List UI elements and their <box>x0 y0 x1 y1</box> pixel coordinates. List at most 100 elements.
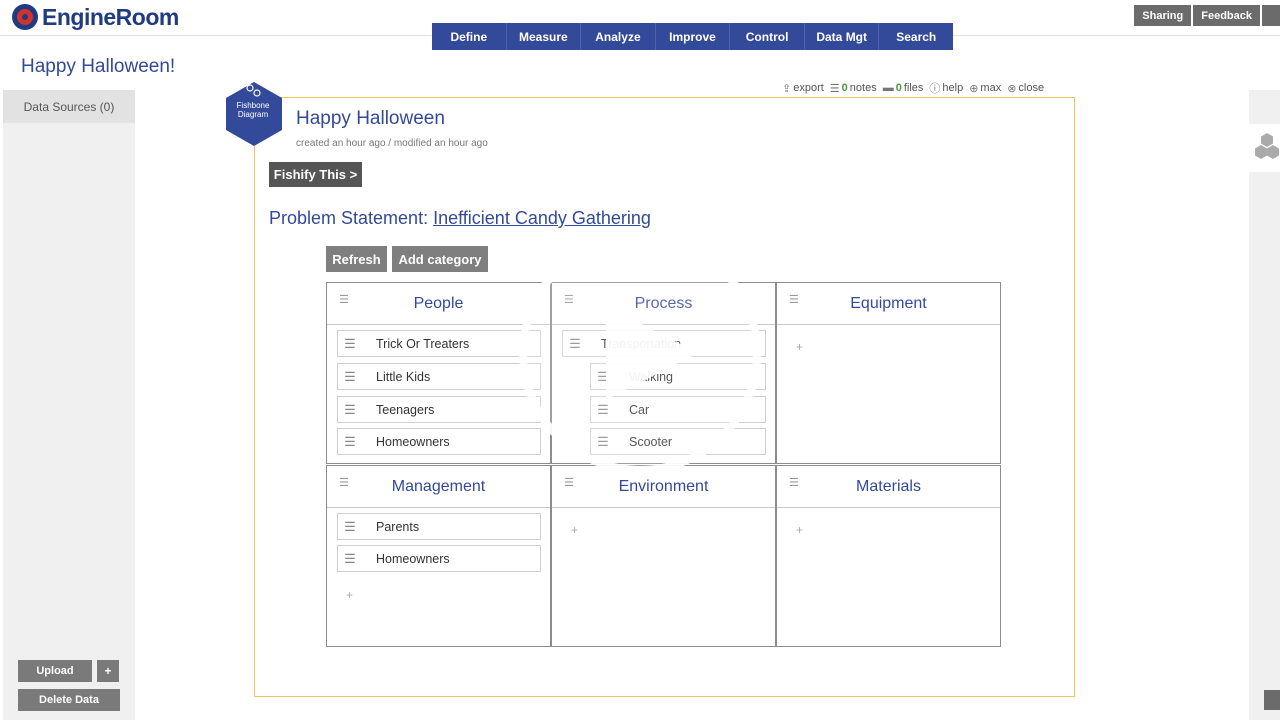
export-icon: ⇪ <box>782 82 792 95</box>
data-sources-panel: Data Sources (0) Upload + Delete Data <box>3 90 135 720</box>
cause-item[interactable]: ☰ Little Kids <box>337 363 541 390</box>
category-title: Environment <box>618 477 709 495</box>
main-nav: Define Measure Analyze Improve Control D… <box>432 23 953 50</box>
drag-handle-icon[interactable]: ☰ <box>338 519 362 535</box>
drag-handle-icon[interactable]: ☰ <box>591 402 615 418</box>
category-materials: ☰ Materials <box>776 465 1001 647</box>
drag-handle-icon[interactable]: ☰ <box>338 369 362 385</box>
add-cause-button[interactable]: + <box>796 340 803 354</box>
drag-handle-icon[interactable]: ☰ <box>564 293 574 306</box>
nav-improve[interactable]: Improve <box>656 23 731 50</box>
drag-handle-icon[interactable]: ☰ <box>338 402 362 418</box>
sharing-button[interactable]: Sharing <box>1134 5 1192 26</box>
hexagon-cluster-icon <box>1255 133 1279 159</box>
add-cause-button[interactable]: + <box>796 523 803 537</box>
drag-handle-icon[interactable]: ☰ <box>339 293 349 306</box>
nav-search[interactable]: Search <box>879 23 953 50</box>
cause-label: Walking <box>629 369 673 384</box>
maximize-icon: ⊕ <box>969 82 979 95</box>
feedback-button[interactable]: Feedback <box>1193 5 1260 26</box>
max-label: max <box>980 82 1002 94</box>
help-action[interactable]: ⓘ help <box>929 80 963 96</box>
category-equipment: ☰ Equipment <box>776 282 1001 464</box>
app-logo[interactable]: EngineRoom <box>12 2 179 32</box>
tools-tab[interactable] <box>1249 124 1280 172</box>
delete-data-button[interactable]: Delete Data <box>18 689 120 711</box>
category-header[interactable]: ☰ Process <box>552 283 775 325</box>
problem-statement: Problem Statement: Inefficient Candy Gat… <box>269 208 651 229</box>
fishify-button[interactable]: Fishify This > <box>269 162 362 187</box>
files-action[interactable]: ▬ 0 files <box>883 80 924 96</box>
category-title: Materials <box>856 477 921 495</box>
category-header[interactable]: ☰ People <box>327 283 550 325</box>
user-menu-button[interactable] <box>1262 5 1280 26</box>
right-panel-button[interactable] <box>1264 690 1280 710</box>
sub-cause-item[interactable]: ☰ Car <box>590 396 766 423</box>
drag-handle-icon[interactable]: ☰ <box>338 336 362 352</box>
engineroom-gear-icon <box>12 4 38 30</box>
close-label: close <box>1018 82 1045 94</box>
notes-count: 0 <box>841 82 848 94</box>
cause-item[interactable]: ☰ Parents <box>337 513 541 540</box>
cause-item[interactable]: ☰ Transportation <box>562 330 766 357</box>
export-label: export <box>793 82 824 94</box>
add-data-source-button[interactable]: + <box>97 660 119 682</box>
badge-line-2: Diagram <box>237 110 269 119</box>
close-icon: ⊗ <box>1007 82 1017 95</box>
top-right-buttons: Sharing Feedback <box>1134 5 1280 26</box>
app-name: EngineRoom <box>42 3 179 30</box>
nav-control[interactable]: Control <box>730 23 805 50</box>
drag-handle-icon[interactable]: ☰ <box>591 369 615 385</box>
document-meta: created an hour ago / modified an hour a… <box>296 138 488 149</box>
category-title: Equipment <box>850 294 927 312</box>
help-label: help <box>942 82 964 94</box>
close-action[interactable]: ⊗ close <box>1007 80 1044 96</box>
nav-analyze[interactable]: Analyze <box>581 23 656 50</box>
cause-label: Homeowners <box>376 551 450 566</box>
drag-handle-icon[interactable]: ☰ <box>339 476 349 489</box>
drag-handle-icon[interactable]: ☰ <box>563 336 587 352</box>
cause-label: Transportation <box>601 336 682 351</box>
export-action[interactable]: ⇪ export <box>782 80 824 96</box>
page-title: Happy Halloween! <box>21 56 176 77</box>
drag-handle-icon[interactable]: ☰ <box>338 551 362 567</box>
cause-item[interactable]: ☰ Homeowners <box>337 545 541 572</box>
notes-label: notes <box>849 82 877 94</box>
cause-label: Trick Or Treaters <box>376 336 470 351</box>
nav-data-mgt[interactable]: Data Mgt <box>805 23 880 50</box>
nav-define[interactable]: Define <box>432 23 507 50</box>
category-header[interactable]: ☰ Materials <box>777 466 1000 508</box>
max-action[interactable]: ⊕ max <box>969 80 1001 96</box>
notes-action[interactable]: ☰ 0 notes <box>830 80 877 96</box>
category-header[interactable]: ☰ Management <box>327 466 550 508</box>
document-title[interactable]: Happy Halloween <box>296 108 445 130</box>
drag-handle-icon[interactable]: ☰ <box>789 293 799 306</box>
upload-button[interactable]: Upload <box>18 660 92 682</box>
notes-icon: ☰ <box>829 82 840 95</box>
category-header[interactable]: ☰ Equipment <box>777 283 1000 325</box>
drag-handle-icon[interactable]: ☰ <box>591 434 615 450</box>
cause-item[interactable]: ☰ Homeowners <box>337 428 541 455</box>
cause-label: Homeowners <box>376 434 450 449</box>
drag-handle-icon[interactable]: ☰ <box>338 434 362 450</box>
category-title: Process <box>634 294 693 312</box>
problem-statement-link[interactable]: Inefficient Candy Gathering <box>433 208 651 228</box>
category-header[interactable]: ☰ Environment <box>552 466 775 508</box>
cause-item[interactable]: ☰ Trick Or Treaters <box>337 330 541 357</box>
cause-item[interactable]: ☰ Teenagers <box>337 396 541 423</box>
add-category-button[interactable]: Add category <box>392 246 488 272</box>
nav-measure[interactable]: Measure <box>507 23 582 50</box>
cause-label: Teenagers <box>376 402 435 417</box>
drag-handle-icon[interactable]: ☰ <box>789 476 799 489</box>
add-cause-button[interactable]: + <box>571 523 578 537</box>
category-title: People <box>413 294 464 312</box>
refresh-button[interactable]: Refresh <box>326 246 387 272</box>
data-sources-header[interactable]: Data Sources (0) <box>3 90 135 123</box>
drag-handle-icon[interactable]: ☰ <box>564 476 574 489</box>
sub-cause-item[interactable]: ☰ Walking <box>590 363 766 390</box>
help-icon: ⓘ <box>929 83 941 95</box>
right-side-panel <box>1249 90 1280 720</box>
category-title: Management <box>391 477 486 495</box>
add-cause-button[interactable]: + <box>346 588 353 602</box>
sub-cause-item[interactable]: ☰ Scooter <box>590 428 766 455</box>
